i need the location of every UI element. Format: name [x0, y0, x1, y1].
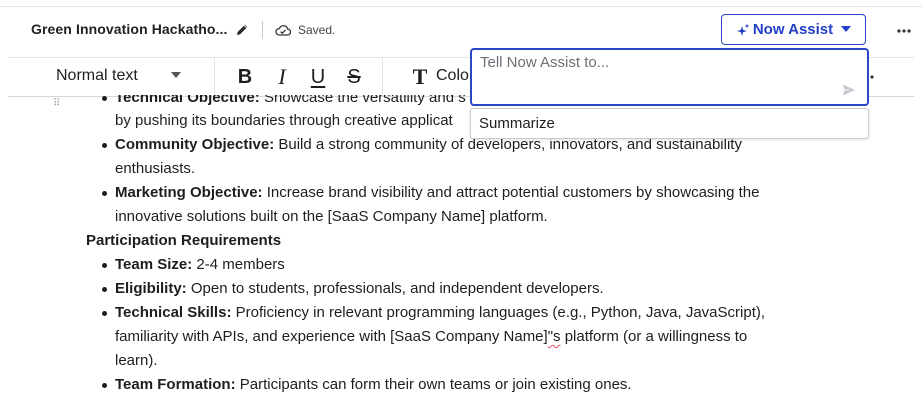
list-item-text: innovative solutions built on the [SaaS …	[115, 208, 548, 225]
list-item-text: Proficiency in relevant programming lang…	[231, 304, 766, 321]
document-title[interactable]: Green Innovation Hackatho...	[31, 21, 228, 37]
list-item-label: Community Objective:	[115, 136, 275, 153]
toolbar-more-icon[interactable]	[870, 75, 874, 79]
list-item-text: learn).	[115, 352, 158, 369]
toolbar-separator	[382, 58, 383, 96]
send-icon[interactable]	[842, 83, 856, 97]
chevron-down-icon[interactable]	[171, 72, 181, 79]
drag-handle-icon[interactable]: ⠿	[53, 95, 60, 116]
list-item: Team Size: 2-4 members	[102, 253, 795, 277]
list-item-text: platform (or a willingness to	[560, 328, 748, 345]
header-divider	[0, 6, 922, 7]
now-assist-prompt-box	[470, 48, 869, 106]
text-style-dropdown[interactable]: Normal text	[56, 67, 138, 85]
list-item-text: by pushing its boundaries through creati…	[115, 112, 453, 129]
now-assist-menu: Summarize	[470, 108, 869, 139]
save-status: Saved.	[298, 23, 336, 37]
menu-item-summarize[interactable]: Summarize	[479, 115, 555, 132]
text-color-icon[interactable]: T	[409, 64, 431, 89]
pencil-icon[interactable]	[236, 23, 249, 36]
list-item: Technical Skills: Proficiency in relevan…	[102, 301, 795, 325]
list-item-label: Team Size:	[115, 256, 193, 273]
list-item-label: Marketing Objective:	[115, 184, 263, 201]
chevron-down-icon	[841, 26, 852, 32]
list-item-text: Increase brand visibility and attract po…	[262, 184, 760, 201]
now-assist-input[interactable]	[472, 50, 867, 104]
list-item-continuation: enthusiasts.	[115, 157, 795, 181]
list-item-label: Technical Skills:	[115, 304, 232, 321]
list-item-text: enthusiasts.	[115, 160, 196, 177]
bold-button[interactable]: B	[234, 65, 256, 89]
list-item-label: Eligibility:	[115, 280, 187, 297]
list-item-label: Technical Objective:	[115, 95, 260, 106]
strikethrough-button[interactable]: S	[343, 65, 365, 89]
underline-button[interactable]: U	[307, 65, 329, 89]
list-item-continuation: familiarity with APIs, and experience wi…	[115, 325, 795, 349]
list-item-text: Participants can form their own teams or…	[235, 376, 632, 393]
header-separator	[262, 21, 263, 39]
text-color-label[interactable]: Colo	[436, 67, 469, 85]
sparkle-icon	[736, 23, 750, 36]
cloud-saved-icon	[275, 25, 291, 36]
toolbar-separator	[214, 58, 215, 96]
document-body[interactable]: ⠿ Technical Objective: Showcase the vers…	[0, 95, 922, 394]
list-item-label: Team Formation:	[115, 376, 236, 393]
list-item: Eligibility: Open to students, professio…	[102, 277, 795, 301]
now-assist-label: Now Assist	[752, 21, 834, 38]
document-header: Green Innovation Hackatho... Saved. Now …	[0, 0, 922, 54]
list-item-text: Open to students, professionals, and ind…	[186, 280, 604, 297]
list-item-continuation: innovative solutions built on the [SaaS …	[115, 205, 795, 229]
italic-button[interactable]: I	[271, 64, 293, 89]
more-options-icon[interactable]	[897, 29, 911, 33]
list-item: Team Formation: Participants can form th…	[102, 373, 795, 394]
section-heading: Participation Requirements	[86, 232, 282, 249]
list-item-text: 2-4 members	[192, 256, 285, 273]
spellcheck-flag[interactable]: "s	[548, 328, 561, 345]
list-item: Marketing Objective: Increase brand visi…	[102, 181, 795, 205]
list-item-text: familiarity with APIs, and experience wi…	[115, 328, 548, 345]
list-item-continuation: learn).	[115, 349, 795, 373]
list-item-text: Showcase the versatility and s	[259, 95, 466, 106]
now-assist-button[interactable]: Now Assist	[721, 14, 866, 45]
